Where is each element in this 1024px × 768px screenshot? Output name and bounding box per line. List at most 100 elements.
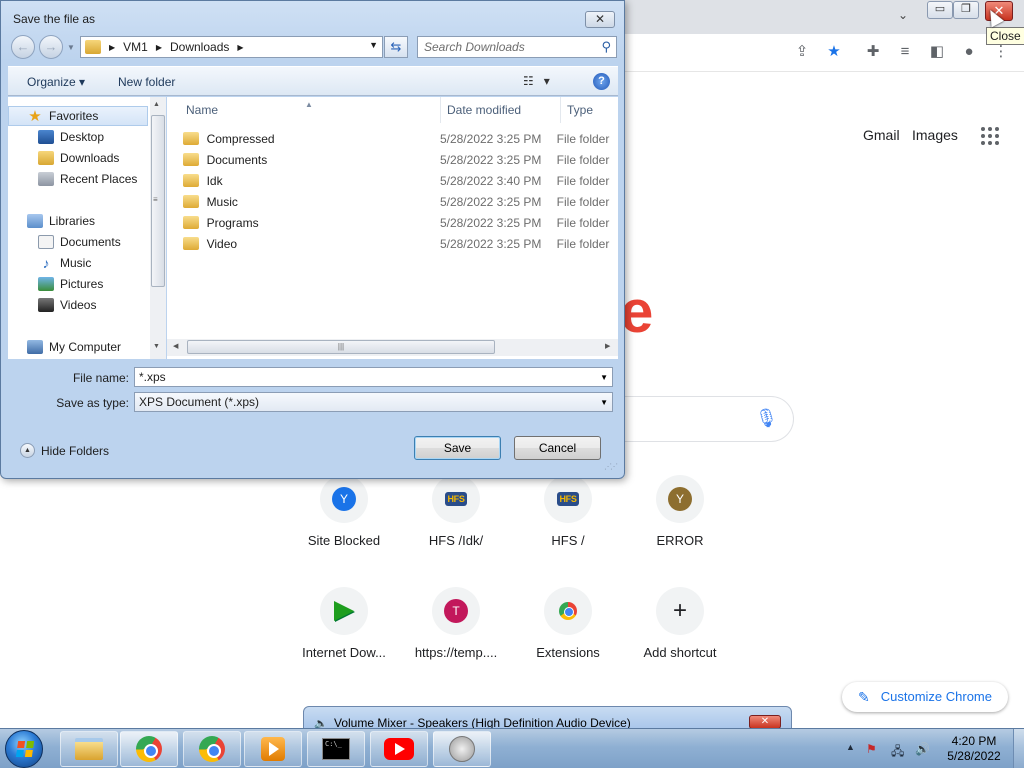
save-as-type-select[interactable]: XPS Document (*.xps) ▼	[134, 392, 613, 412]
taskbar-cmd-button[interactable]: C:\_	[307, 731, 365, 767]
breadcrumb-arrow-icon[interactable]: ▶	[237, 43, 243, 52]
dialog-close-button[interactable]: ✕	[585, 11, 615, 28]
volume-mixer-window[interactable]: 🔈 Volume Mixer - Speakers (High Definiti…	[303, 706, 792, 730]
hide-folders-label: Hide Folders	[41, 443, 110, 458]
start-button[interactable]	[5, 730, 43, 768]
forward-button[interactable]: →	[39, 35, 63, 59]
profile-avatar-icon[interactable]: ●	[960, 43, 978, 61]
restore-button[interactable]: ❐	[953, 1, 979, 19]
libraries-icon	[27, 214, 43, 228]
address-dropdown-icon[interactable]: ▼	[369, 40, 378, 50]
videos-icon	[38, 298, 54, 312]
help-icon[interactable]: ?	[593, 73, 610, 90]
taskbar-volume-mixer-button[interactable]	[433, 731, 491, 767]
file-row[interactable]: Programs 5/28/2022 3:25 PM File folder	[183, 212, 615, 233]
pictures-icon	[38, 277, 54, 291]
nav-item-desktop[interactable]: Desktop	[8, 127, 104, 147]
breadcrumb-vm1[interactable]: VM1	[123, 40, 148, 54]
nav-pane-scrollbar[interactable]: ▲ ≡ ▼	[150, 97, 166, 359]
chrome-menu-icon[interactable]: ⋮	[992, 43, 1010, 61]
nav-item-label: Music	[60, 256, 92, 270]
show-desktop-button[interactable]	[1013, 729, 1024, 768]
shortcut-tile[interactable]: HFS HFS /Idk/	[400, 475, 512, 548]
nav-libraries[interactable]: Libraries	[8, 211, 95, 231]
images-link[interactable]: Images	[912, 127, 958, 143]
shortcut-tile[interactable]: Extensions	[512, 587, 624, 660]
media-queue-icon[interactable]: ≡	[896, 43, 914, 61]
file-list-horizontal-scrollbar[interactable]: ◀ ||| ▶	[167, 339, 618, 356]
resize-grip-icon[interactable]: ⋰⋰	[604, 462, 618, 471]
file-row[interactable]: Video 5/28/2022 3:25 PM File folder	[183, 233, 615, 254]
nav-item-videos[interactable]: Videos	[8, 295, 96, 315]
google-apps-icon[interactable]	[981, 127, 999, 145]
taskbar-media-player-button[interactable]	[244, 731, 302, 767]
side-panel-icon[interactable]: ◧	[928, 43, 946, 61]
scroll-down-arrow-icon[interactable]: ▼	[153, 343, 160, 350]
nav-item-documents[interactable]: Documents	[8, 232, 121, 252]
shortcut-tile[interactable]: + Add shortcut	[624, 587, 736, 660]
taskbar-youtube-button[interactable]	[370, 731, 428, 767]
file-name-dropdown-icon[interactable]: ▼	[600, 369, 608, 387]
search-downloads-field[interactable]: ⚲	[417, 36, 617, 58]
gmail-link[interactable]: Gmail	[863, 127, 900, 143]
scroll-up-arrow-icon[interactable]: ▲	[153, 101, 160, 108]
taskbar-explorer-button[interactable]	[60, 731, 118, 767]
file-row[interactable]: Music 5/28/2022 3:25 PM File folder	[183, 191, 615, 212]
nav-favorites[interactable]: ★ Favorites	[8, 106, 148, 126]
bookmark-star-icon[interactable]: ★	[825, 43, 843, 61]
nav-my-computer[interactable]: My Computer	[8, 337, 121, 357]
minimize-button[interactable]: ▭	[927, 1, 953, 19]
breadcrumb-downloads[interactable]: Downloads	[170, 40, 229, 54]
letter-avatar-icon: Y	[668, 487, 692, 511]
change-view-icon[interactable]: ☷ ▾	[523, 74, 550, 88]
hide-folders-toggle[interactable]: ▲ Hide Folders	[20, 443, 109, 458]
shortcut-tile[interactable]: Internet Dow...	[288, 587, 400, 660]
search-icon[interactable]: ⚲	[601, 39, 611, 55]
file-row[interactable]: Documents 5/28/2022 3:25 PM File folder	[183, 149, 615, 170]
file-row[interactable]: Idk 5/28/2022 3:40 PM File folder	[183, 170, 615, 191]
column-header-type[interactable]: Type	[561, 97, 618, 123]
breadcrumb-arrow-icon[interactable]: ▶	[109, 43, 115, 52]
refresh-button[interactable]: ⇆	[384, 36, 408, 58]
breadcrumb-arrow-icon[interactable]: ▶	[156, 43, 162, 52]
taskbar-clock[interactable]: 4:20 PM 5/28/2022	[944, 734, 1004, 764]
taskbar-chrome-button[interactable]	[183, 731, 241, 767]
column-header-name[interactable]: ▲ Name	[167, 97, 441, 123]
file-name-field[interactable]: *.xps ▼	[134, 367, 613, 387]
horizontal-scroll-thumb[interactable]: |||	[187, 340, 495, 354]
scroll-left-arrow-icon[interactable]: ◀	[173, 342, 178, 350]
tab-search-chevron-icon[interactable]: ⌄	[898, 8, 908, 22]
scroll-right-arrow-icon[interactable]: ▶	[605, 342, 610, 350]
save-as-type-dropdown-icon[interactable]: ▼	[600, 394, 608, 412]
shortcut-tile[interactable]: HFS HFS /	[512, 475, 624, 548]
extensions-puzzle-icon[interactable]: ✚	[864, 43, 882, 61]
nav-item-downloads[interactable]: Downloads	[8, 148, 119, 168]
volume-icon[interactable]: 🔊	[915, 742, 930, 756]
back-button[interactable]: ←	[11, 35, 35, 59]
network-icon[interactable]: 🖧	[891, 742, 904, 763]
show-hidden-icons-arrow-icon[interactable]: ▲	[846, 742, 855, 752]
nav-item-music[interactable]: ♪ Music	[8, 253, 92, 273]
organize-menu[interactable]: Organize ▾	[27, 75, 85, 89]
volume-mixer-close-button[interactable]: ✕	[749, 715, 781, 729]
voice-search-mic-icon[interactable]: 🎙	[755, 408, 778, 429]
customize-chrome-button[interactable]: ✎ Customize Chrome	[842, 682, 1008, 712]
shortcut-tile[interactable]: Y ERROR	[624, 475, 736, 548]
action-center-flag-icon[interactable]: ⚑	[866, 742, 877, 756]
new-folder-button[interactable]: New folder	[118, 75, 175, 89]
letter-avatar-icon: Y	[332, 487, 356, 511]
column-header-date[interactable]: Date modified	[441, 97, 561, 123]
address-bar[interactable]: ▶ VM1 ▶ Downloads ▶ ▼	[80, 36, 383, 58]
file-type-cell: File folder	[556, 173, 610, 188]
shortcut-tile[interactable]: Thttps://temp....	[400, 587, 512, 660]
cancel-button[interactable]: Cancel	[514, 436, 601, 460]
recent-locations-chevron-icon[interactable]: ▼	[67, 43, 75, 52]
share-icon[interactable]: ⇪	[793, 43, 811, 61]
nav-item-pictures[interactable]: Pictures	[8, 274, 103, 294]
shortcut-tile[interactable]: Y Site Blocked	[288, 475, 400, 548]
nav-item-recent-places[interactable]: Recent Places	[8, 169, 137, 189]
save-button[interactable]: Save	[414, 436, 501, 460]
taskbar-chrome-active-button[interactable]	[120, 731, 178, 767]
file-row[interactable]: Compressed 5/28/2022 3:25 PM File folder	[183, 128, 615, 149]
search-input[interactable]	[418, 37, 588, 57]
